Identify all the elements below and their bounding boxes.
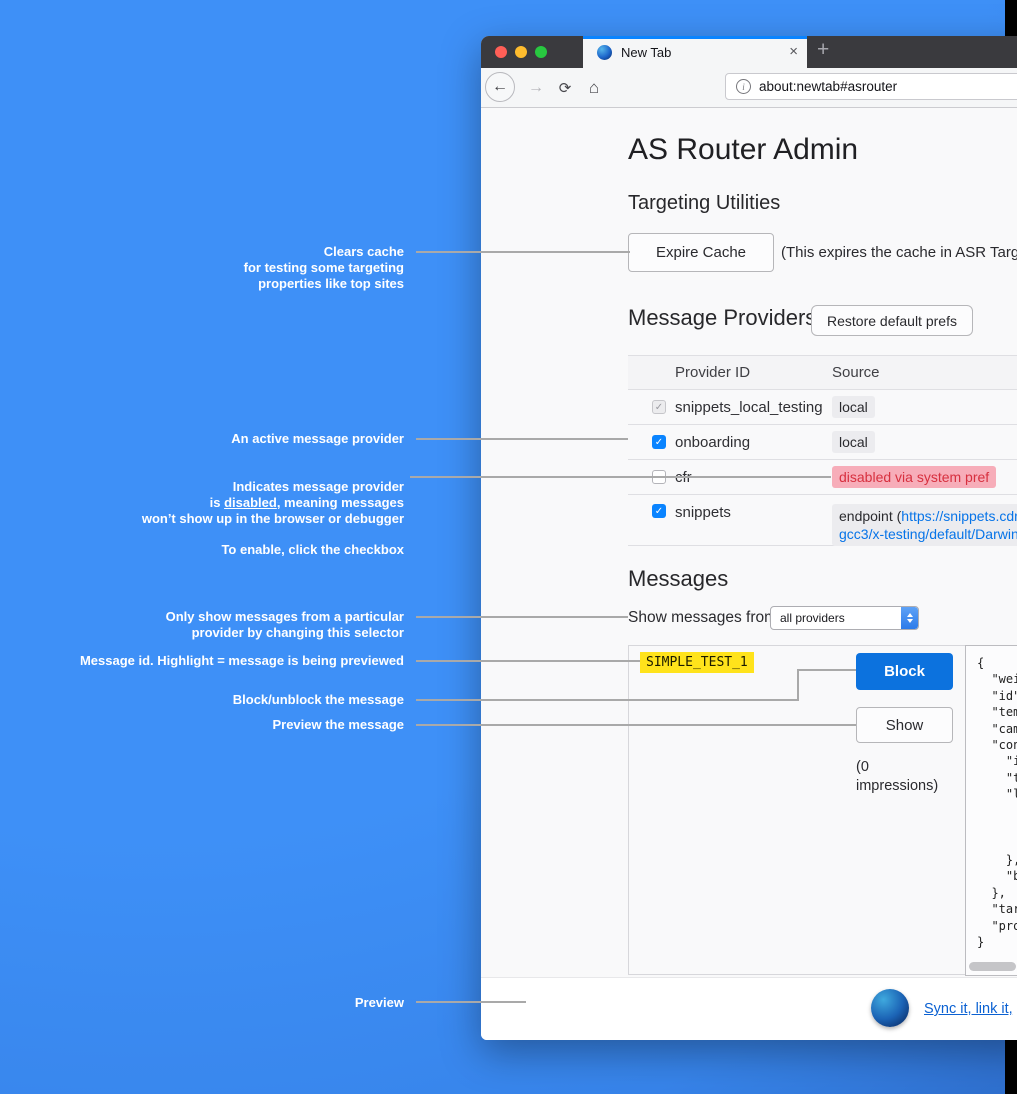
message-providers-heading: Message Providers bbox=[628, 305, 816, 331]
provider-checkbox-checked[interactable] bbox=[652, 435, 666, 449]
window-controls bbox=[495, 46, 547, 58]
tab-title: New Tab bbox=[621, 45, 671, 60]
targeting-utilities-heading: Targeting Utilities bbox=[628, 192, 780, 215]
annotation-message-id: Message id. Highlight = message is being… bbox=[80, 653, 404, 669]
browser-window: New Tab × + ← → ⟳ ⌂ i about:newtab#asrou… bbox=[481, 36, 1017, 1040]
annotation-disabled-provider: Indicates message provider is disabled, … bbox=[142, 479, 404, 527]
forward-icon[interactable]: → bbox=[525, 68, 547, 107]
messages-table: SIMPLE_TEST_1 Block Show (0 impressions)… bbox=[628, 645, 1017, 975]
show-messages-from-label: Show messages from bbox=[628, 609, 777, 627]
tab-new-tab[interactable]: New Tab × bbox=[583, 36, 807, 68]
active-tab-indicator bbox=[583, 36, 807, 39]
horizontal-scrollbar-thumb[interactable] bbox=[969, 962, 1016, 971]
provider-id: snippets bbox=[675, 504, 832, 521]
table-row-snippets-local-testing: snippets_local_testing local bbox=[628, 390, 1017, 425]
close-window-button[interactable] bbox=[495, 46, 507, 58]
message-id-highlighted: SIMPLE_TEST_1 bbox=[640, 652, 754, 673]
source-badge-local: local bbox=[832, 431, 875, 453]
canvas: New Tab × + ← → ⟳ ⌂ i about:newtab#asrou… bbox=[0, 0, 1017, 1094]
message-json-code: { "wei "id" "tem "cam "con "i "t "l }, "… bbox=[966, 646, 1017, 950]
annotation-enable-checkbox: To enable, click the checkbox bbox=[221, 542, 404, 558]
provider-id: snippets_local_testing bbox=[675, 399, 832, 416]
browser-titlebar: New Tab × + bbox=[481, 36, 1017, 68]
block-button[interactable]: Block bbox=[856, 653, 953, 690]
snippet-globe-icon bbox=[871, 989, 909, 1027]
connector-clears-cache bbox=[416, 251, 630, 253]
annotation-preview-message: Preview the message bbox=[272, 717, 404, 733]
back-icon[interactable]: ← bbox=[485, 72, 515, 102]
provider-checkbox-disabled[interactable] bbox=[652, 400, 666, 414]
annotation-preview-label: Preview bbox=[355, 995, 404, 1011]
message-json-panel: { "wei "id" "tem "cam "con "i "t "l }, "… bbox=[965, 645, 1017, 976]
snippet-preview-link[interactable]: Sync it, link it, bbox=[924, 1001, 1013, 1017]
restore-default-prefs-button[interactable]: Restore default prefs bbox=[811, 305, 973, 336]
connector-block-h2 bbox=[797, 669, 856, 671]
connector-message-id bbox=[416, 660, 640, 662]
annotation-clears-cache: Clears cache for testing some targeting … bbox=[244, 244, 404, 292]
show-button[interactable]: Show bbox=[856, 707, 953, 743]
endpoint-link-line2[interactable]: gcc3/x-testing/default/Darwin%2 bbox=[839, 526, 1017, 542]
provider-id: onboarding bbox=[675, 434, 832, 451]
connector-active-provider bbox=[416, 438, 628, 440]
source-column-header: Source bbox=[832, 364, 1017, 381]
providers-table: Provider ID Source snippets_local_testin… bbox=[628, 355, 1017, 546]
provider-checkbox-checked[interactable] bbox=[652, 504, 666, 518]
providers-table-header: Provider ID Source bbox=[628, 355, 1017, 390]
connector-disabled-provider bbox=[410, 476, 831, 478]
url-text: about:newtab#asrouter bbox=[759, 79, 897, 94]
expire-cache-button[interactable]: Expire Cache bbox=[628, 233, 774, 272]
table-row-snippets: snippets endpoint (https://snippets.cdn.… bbox=[628, 495, 1017, 546]
messages-heading: Messages bbox=[628, 566, 728, 592]
impressions-count: (0 impressions) bbox=[856, 758, 948, 796]
connector-block-v bbox=[797, 669, 799, 701]
table-row-onboarding: onboarding local bbox=[628, 425, 1017, 460]
provider-filter-select[interactable]: all providers bbox=[770, 606, 919, 630]
source-badge-disabled: disabled via system pref bbox=[832, 466, 996, 488]
new-tab-button[interactable]: + bbox=[817, 38, 829, 62]
provider-filter-value: all providers bbox=[771, 611, 901, 625]
url-bar[interactable]: i about:newtab#asrouter bbox=[725, 73, 1017, 100]
annotation-filter-selector: Only show messages from a particular pro… bbox=[166, 609, 404, 641]
connector-filter-selector bbox=[416, 616, 628, 618]
minimize-window-button[interactable] bbox=[515, 46, 527, 58]
source-badge-local: local bbox=[832, 396, 875, 418]
info-icon[interactable]: i bbox=[736, 79, 751, 94]
connector-show bbox=[416, 724, 856, 726]
select-stepper-icon[interactable] bbox=[901, 607, 918, 629]
connector-block-h1 bbox=[416, 699, 799, 701]
home-icon[interactable]: ⌂ bbox=[583, 68, 605, 107]
page-title: AS Router Admin bbox=[628, 133, 858, 167]
endpoint-link[interactable]: https://snippets.cdn. bbox=[901, 508, 1017, 524]
source-badge-endpoint: endpoint (https://snippets.cdn. gcc3/x-te… bbox=[832, 504, 1017, 546]
provider-id-column-header: Provider ID bbox=[675, 364, 832, 381]
close-tab-icon[interactable]: × bbox=[789, 43, 798, 60]
expire-cache-note: (This expires the cache in ASR Target bbox=[781, 244, 1017, 261]
browser-navbar: ← → ⟳ ⌂ i about:newtab#asrouter bbox=[481, 68, 1017, 108]
annotation-active-provider: An active message provider bbox=[231, 431, 404, 447]
annotation-block: Block/unblock the message bbox=[233, 692, 404, 708]
endpoint-prefix: endpoint ( bbox=[839, 508, 901, 524]
zoom-window-button[interactable] bbox=[535, 46, 547, 58]
tab-favicon-globe-icon bbox=[597, 45, 612, 60]
connector-preview bbox=[416, 1001, 526, 1003]
reload-icon[interactable]: ⟳ bbox=[554, 68, 576, 107]
